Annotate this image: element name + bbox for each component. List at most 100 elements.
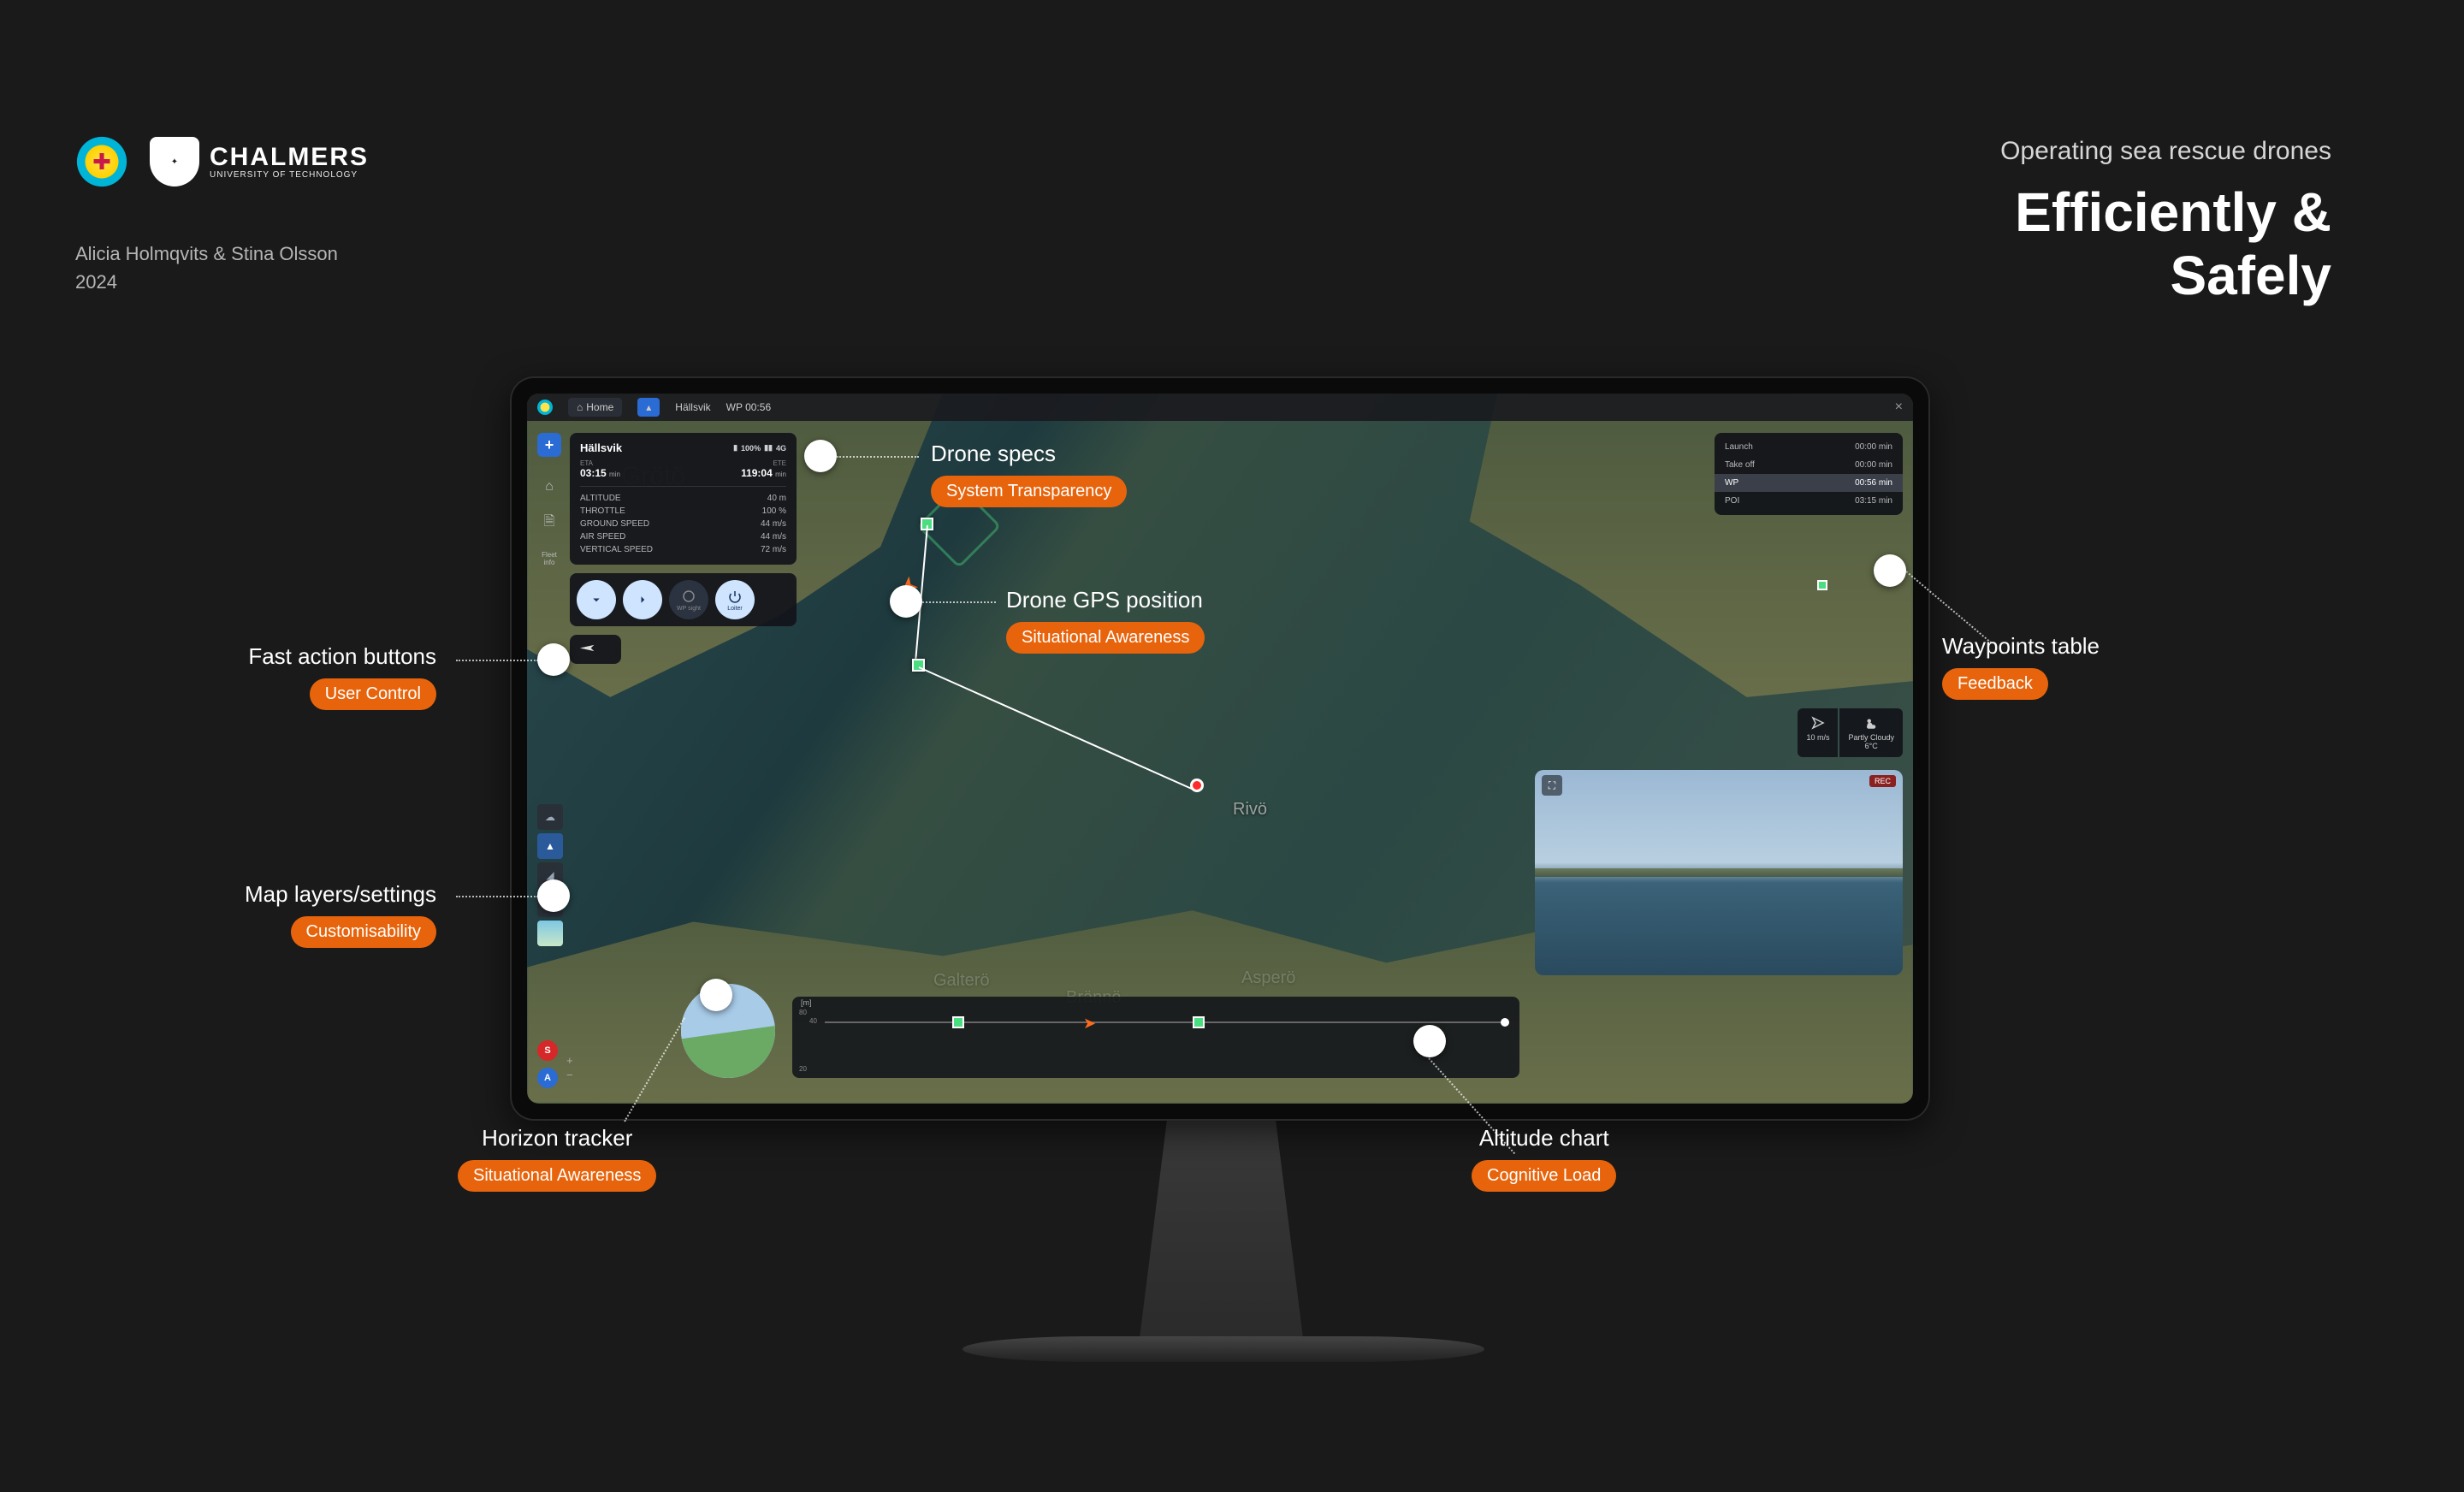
chart-line <box>825 1021 1509 1023</box>
drone-name: Hällsvik <box>580 441 622 454</box>
camera-feed[interactable]: ⛶ REC <box>1535 770 1903 975</box>
chevron-down-icon <box>589 592 604 607</box>
callout-layers: Map layers/settings Customisability <box>245 881 436 948</box>
signal-icon: ▮▮ <box>764 443 773 453</box>
poi-marker[interactable] <box>1190 779 1204 792</box>
drone-specs-panel: Hällsvik ▮ 100% ▮▮ 4G ETA 03:15 min ETE <box>570 433 797 565</box>
spec-value: 72 m/s <box>761 545 786 554</box>
spec-row: GROUND SPEED44 m/s <box>580 518 786 530</box>
chart-tick: 80 <box>799 1009 807 1016</box>
tab-home-label: Home <box>586 401 613 413</box>
slide-title-line1: Efficiently & <box>2000 181 2331 245</box>
nav-doc-icon[interactable]: 🗎 <box>537 511 561 535</box>
callout-tag: User Control <box>310 678 436 710</box>
close-icon[interactable]: × <box>1895 400 1903 415</box>
app-topbar: ⌂ Home ▴ Hällsvik WP 00:56 × <box>527 394 1913 421</box>
layer-nav-button[interactable]: ▲ <box>537 833 563 859</box>
callout-title: Horizon tracker <box>482 1125 632 1152</box>
nav-fleet-icon[interactable]: Fleetinfo <box>537 547 561 571</box>
power-icon <box>727 589 743 604</box>
action-label: Loiter <box>727 606 743 612</box>
table-row: POI03:15 min <box>1715 492 1903 510</box>
spec-value: 100 % <box>762 506 786 516</box>
wp-value: 00:56 min <box>1855 478 1892 488</box>
callout-gps: Drone GPS position Situational Awareness <box>1006 587 1205 654</box>
conditions-card: Partly Cloudy 6°C <box>1839 708 1903 757</box>
tab-home[interactable]: ⌂ Home <box>568 398 622 417</box>
chart-tick: 20 <box>799 1065 807 1073</box>
spec-row: ALTITUDE40 m <box>580 492 786 505</box>
callout-anchor-layers <box>537 879 570 912</box>
callout-tag: System Transparency <box>931 476 1127 507</box>
drone-status: ▮ 100% ▮▮ 4G <box>733 443 786 453</box>
chart-endpoint <box>1501 1018 1509 1027</box>
action-label: WP sight <box>677 606 701 612</box>
action-wpsight-button[interactable]: WP sight <box>669 580 708 619</box>
callout-tag: Customisability <box>291 916 436 948</box>
expand-icon[interactable]: ⛶ <box>1542 775 1562 796</box>
target-icon <box>681 589 696 604</box>
plane-icon <box>578 643 597 653</box>
action-back-button[interactable] <box>577 580 616 619</box>
callout-anchor-horizon <box>700 979 732 1011</box>
action-next-button[interactable] <box>623 580 662 619</box>
leader-line <box>922 601 996 603</box>
leader-line <box>456 660 538 661</box>
action-loiter-button[interactable]: Loiter <box>715 580 755 619</box>
monitor-stand <box>1138 1112 1305 1352</box>
marker-s[interactable]: S <box>537 1040 558 1061</box>
callout-anchor-gps <box>890 585 922 618</box>
marker-a[interactable]: A <box>537 1068 558 1088</box>
table-row: Launch00:00 min <box>1715 438 1903 456</box>
callout-anchor-altitude <box>1413 1025 1446 1057</box>
quick-actions-panel: WP sight Loiter <box>570 573 797 626</box>
altitude-chart: [m] 80 40 20 ➤ <box>792 997 1519 1078</box>
camera-horizon <box>1535 868 1903 877</box>
ete-unit: min <box>775 471 786 478</box>
heading-indicator <box>570 635 621 664</box>
layer-clouds-button[interactable]: ☁ <box>537 804 563 830</box>
chalmers-wordmark: CHALMERS <box>210 145 369 170</box>
chalmers-subtitle: UNIVERSITY OF TECHNOLOGY <box>210 170 369 180</box>
zoom-in-button[interactable]: + <box>566 1054 573 1067</box>
nav-home-icon[interactable]: ⌂ <box>537 475 561 499</box>
waypoint-indicator-icon <box>1817 580 1827 590</box>
spec-value: 44 m/s <box>761 532 786 542</box>
wind-card: 10 m/s <box>1798 708 1838 757</box>
ssrs-logo <box>73 133 131 191</box>
nav-icon-stack: ⌂ 🗎 Fleetinfo <box>537 475 561 571</box>
spec-row: VERTICAL SPEED72 m/s <box>580 543 786 556</box>
callout-tag: Situational Awareness <box>458 1160 656 1192</box>
weather-widget: 10 m/s Partly Cloudy 6°C <box>1798 708 1903 757</box>
spec-label: ALTITUDE <box>580 494 621 503</box>
cloud-sun-icon <box>1863 715 1879 731</box>
map-label-aspero: Asperö <box>1241 968 1295 988</box>
ete-label: ETE <box>684 459 787 467</box>
spec-label: THROTTLE <box>580 506 625 516</box>
callout-drone-specs: Drone specs System Transparency <box>931 441 1127 507</box>
conditions-value: 6°C <box>1848 742 1894 750</box>
tab-drone[interactable]: ▴ <box>637 398 660 417</box>
spec-label: GROUND SPEED <box>580 519 649 529</box>
layer-basemap-button[interactable] <box>537 921 563 946</box>
chart-tick: 40 <box>809 1017 817 1025</box>
slide-overline: Operating sea rescue drones <box>2000 137 2331 166</box>
table-row-active: WP 00:56 min <box>1715 474 1903 492</box>
zoom-out-button[interactable]: − <box>566 1069 573 1081</box>
map-label-galtero: Galterö <box>933 971 990 991</box>
wp-label: POI <box>1725 496 1739 506</box>
callout-title: Fast action buttons <box>248 643 436 670</box>
wp-label: WP <box>1725 478 1738 488</box>
home-icon: ⌂ <box>577 401 583 413</box>
chart-waypoint-marker <box>1193 1016 1205 1028</box>
authors-names: Alicia Holmqvits & Stina Olsson <box>75 240 338 268</box>
left-panel-stack: Hällsvik ▮ 100% ▮▮ 4G ETA 03:15 min ETE <box>570 433 797 664</box>
chart-ylabel: [m] <box>801 998 812 1007</box>
chart-drone-icon: ➤ <box>1083 1015 1096 1033</box>
callout-anchor-actions <box>537 643 570 676</box>
leader-line <box>837 456 919 458</box>
add-button[interactable]: + <box>537 433 561 457</box>
waypoints-table: Launch00:00 min Take off00:00 min WP00:5… <box>1715 433 1903 515</box>
wind-value: 10 m/s <box>1806 733 1829 742</box>
eta-value: 03:15 <box>580 467 607 479</box>
